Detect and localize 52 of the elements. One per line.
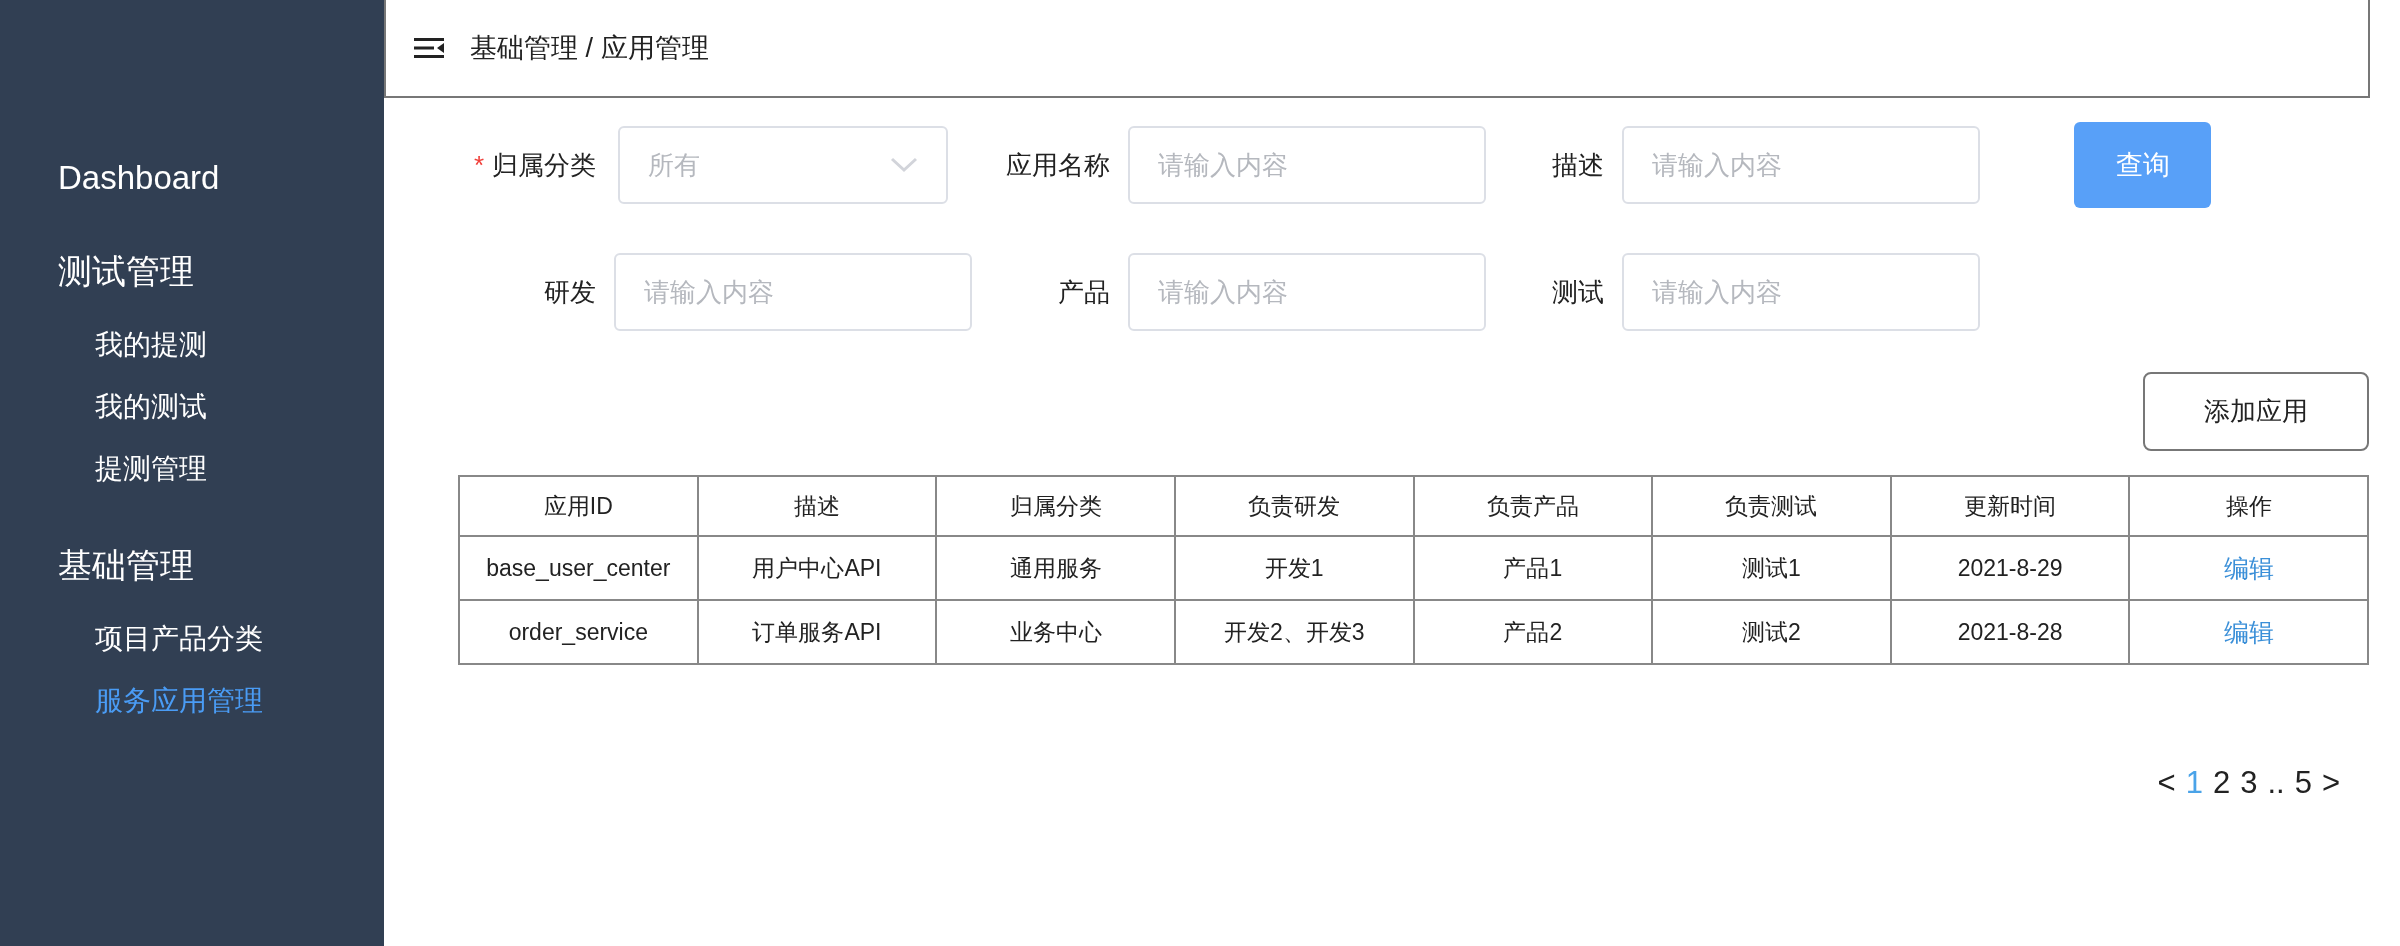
breadcrumb: 基础管理 / 应用管理 xyxy=(470,32,709,65)
input-field[interactable]: 请输入内容 xyxy=(1128,126,1486,204)
table-cell: 产品1 xyxy=(1413,536,1653,600)
page-number[interactable]: 3 xyxy=(2240,765,2258,801)
column-header: 描述 xyxy=(697,476,937,536)
column-header: 负责产品 xyxy=(1413,476,1653,536)
column-header: 操作 xyxy=(2129,476,2368,536)
table-cell: 2021-8-29 xyxy=(1890,536,2130,600)
column-header: 负责测试 xyxy=(1652,476,1891,536)
column-header: 负责研发 xyxy=(1174,476,1414,536)
table-cell: 开发1 xyxy=(1174,536,1414,600)
sidebar-item[interactable]: 提测管理 xyxy=(0,438,384,500)
table-cell: 通用服务 xyxy=(936,536,1175,600)
prev-page-button[interactable]: < xyxy=(2157,765,2176,801)
add-app-button[interactable]: 添加应用 xyxy=(2143,372,2369,451)
chevron-down-icon xyxy=(890,157,918,173)
table-cell: 开发2、开发3 xyxy=(1174,600,1414,664)
sidebar-item[interactable]: 服务应用管理 xyxy=(0,670,384,732)
sidebar-item[interactable]: Dashboard xyxy=(0,150,384,206)
input-field[interactable]: 请输入内容 xyxy=(1622,253,1980,331)
field-label: 描述 xyxy=(1552,148,1604,182)
sidebar-item[interactable]: 项目产品分类 xyxy=(0,608,384,670)
menu-collapse-icon[interactable] xyxy=(414,37,444,59)
table-cell: 产品2 xyxy=(1413,600,1653,664)
column-header: 应用ID xyxy=(459,476,698,536)
table-cell: 2021-8-28 xyxy=(1890,600,2130,664)
input-field[interactable]: 请输入内容 xyxy=(1128,253,1486,331)
table-cell: 业务中心 xyxy=(936,600,1175,664)
column-header: 归属分类 xyxy=(936,476,1175,536)
field-label: 产品 xyxy=(1058,275,1110,309)
table-cell: order_service xyxy=(459,600,698,664)
next-page-button[interactable]: > xyxy=(2321,765,2340,801)
page-number[interactable]: 5 xyxy=(2294,765,2312,801)
field-label: 研发 xyxy=(544,275,596,309)
page-number[interactable]: 2 xyxy=(2212,765,2231,801)
field-label: 应用名称 xyxy=(1006,148,1110,182)
field-label: 归属分类 xyxy=(492,148,596,182)
input-field[interactable]: 请输入内容 xyxy=(1622,126,1980,204)
page-ellipsis: .. xyxy=(2267,765,2285,801)
table-cell: 测试2 xyxy=(1652,600,1891,664)
input-field[interactable]: 请输入内容 xyxy=(614,253,972,331)
table-cell: 测试1 xyxy=(1652,536,1891,600)
table-cell: 用户中心API xyxy=(697,536,937,600)
table-cell: 订单服务API xyxy=(697,600,937,664)
sidebar-item[interactable]: 我的测试 xyxy=(0,376,384,438)
table-cell: base_user_center xyxy=(459,536,698,600)
sidebar-item[interactable]: 基础管理 xyxy=(0,537,384,593)
required-asterisk: * xyxy=(473,149,484,181)
sidebar-item[interactable]: 测试管理 xyxy=(0,243,384,299)
sidebar-item[interactable]: 我的提测 xyxy=(0,314,384,376)
field-label: 测试 xyxy=(1552,275,1604,309)
column-header: 更新时间 xyxy=(1890,476,2130,536)
